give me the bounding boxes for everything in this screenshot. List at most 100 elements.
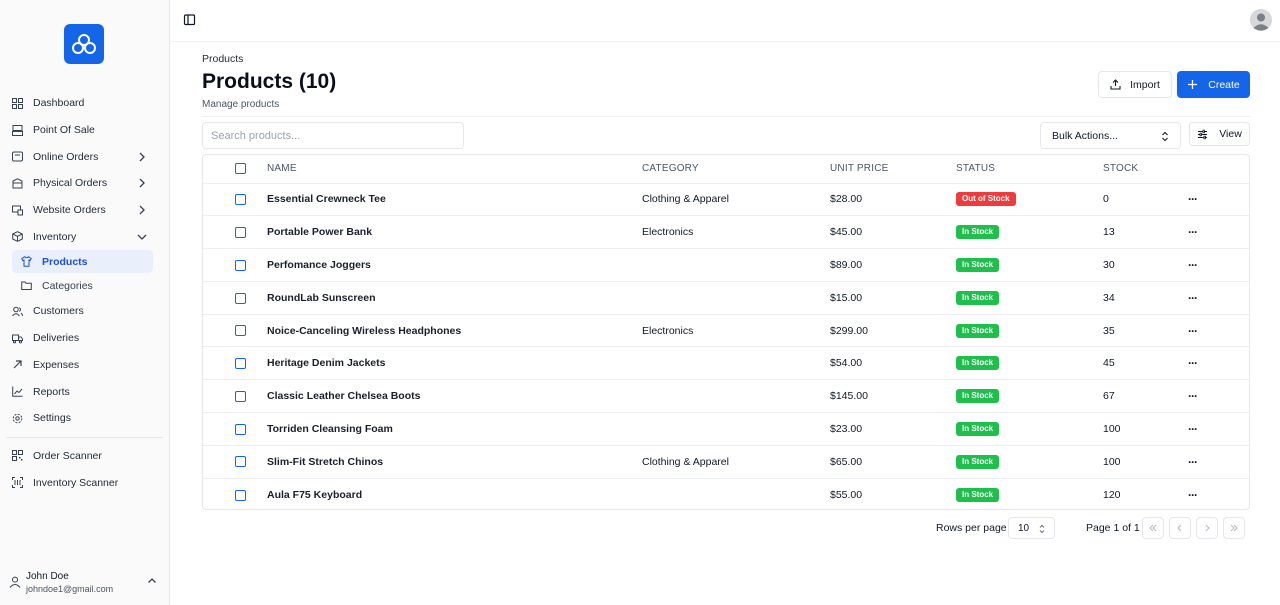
product-unit-price: $45.00 <box>830 226 863 239</box>
product-name[interactable]: Heritage Denim Jackets <box>267 347 642 380</box>
row-checkbox[interactable] <box>235 456 246 468</box>
row-checkbox[interactable] <box>235 423 246 435</box>
row-checkbox[interactable] <box>235 194 246 206</box>
sidebar-item-website-orders[interactable]: Website Orders <box>0 197 169 224</box>
sliders-icon <box>1198 129 1208 139</box>
status-badge: In Stock <box>956 389 1000 404</box>
product-unit-price: $28.00 <box>830 193 863 206</box>
sidebar-item-inventory-scanner[interactable]: Inventory Scanner <box>0 469 169 496</box>
sidebar-item-reports[interactable]: Reports <box>0 378 169 405</box>
row-checkbox[interactable] <box>235 259 246 271</box>
last-page-button[interactable] <box>1223 517 1245 539</box>
create-button[interactable]: Create <box>1177 71 1250 98</box>
page-indicator: Page 1 of 1 <box>1086 522 1140 534</box>
column-header-status[interactable]: STATUS <box>956 155 1103 183</box>
first-page-button[interactable] <box>1142 517 1164 539</box>
row-actions-menu-icon[interactable]: ··· <box>1188 192 1198 206</box>
table-row[interactable]: Essential Crewneck Tee Clothing & Apparel… <box>203 183 1249 216</box>
import-button[interactable]: Import <box>1098 71 1172 98</box>
product-name[interactable]: RoundLab Sunscreen <box>267 281 642 314</box>
sidebar-item-expenses[interactable]: Expenses <box>0 352 169 379</box>
sidebar-item-categories[interactable]: Categories <box>12 274 153 297</box>
product-name[interactable]: Classic Leather Chelsea Boots <box>267 380 642 413</box>
sidebar-item-label: Categories <box>42 279 93 292</box>
sidebar-item-deliveries[interactable]: Deliveries <box>0 325 169 352</box>
search-input[interactable] <box>202 122 464 149</box>
product-name[interactable]: Essential Crewneck Tee <box>267 183 642 216</box>
sidebar-item-inventory[interactable]: Inventory <box>0 223 169 250</box>
next-page-button[interactable] <box>1196 517 1218 539</box>
row-checkbox[interactable] <box>235 358 246 370</box>
table-row[interactable]: Noice-Canceling Wireless Headphones Elect… <box>203 314 1249 347</box>
gear-icon <box>11 412 23 424</box>
sidebar-item-settings[interactable]: Settings <box>0 405 169 432</box>
row-actions-menu-icon[interactable]: ··· <box>1188 225 1198 239</box>
sidebar-toggle-icon[interactable] <box>183 13 197 27</box>
row-checkbox[interactable] <box>235 325 246 337</box>
row-actions-menu-icon[interactable]: ··· <box>1188 291 1198 305</box>
sidebar-item-products[interactable]: Products <box>12 250 153 274</box>
sidebar-item-label: Expenses <box>33 358 80 371</box>
avatar[interactable] <box>1250 9 1272 31</box>
sidebar-item-customers[interactable]: Customers <box>0 298 169 325</box>
status-badge: In Stock <box>956 487 1000 502</box>
sidebar-item-order-scanner[interactable]: Order Scanner <box>0 443 169 470</box>
avatar-icon <box>1250 9 1272 31</box>
product-stock: 30 <box>1103 258 1115 271</box>
user-menu[interactable]: John Doe johndoe1@gmail.com <box>0 567 169 597</box>
bulk-actions-select[interactable]: Bulk Actions... <box>1040 122 1181 149</box>
breadcrumb[interactable]: Products <box>202 53 243 65</box>
truck-icon <box>11 332 23 344</box>
column-header-unit-price[interactable]: UNIT PRICE <box>830 155 956 183</box>
chevrons-up-down-icon <box>1162 131 1168 142</box>
product-name[interactable]: Aula F75 Keyboard <box>267 478 642 509</box>
row-actions-menu-icon[interactable]: ··· <box>1188 324 1198 338</box>
product-name[interactable]: Torriden Cleansing Foam <box>267 413 642 446</box>
view-button[interactable]: View <box>1189 122 1250 146</box>
table-row[interactable]: Torriden Cleansing Foam $23.00 In Stock 100… <box>203 412 1249 446</box>
row-actions-menu-icon[interactable]: ··· <box>1188 258 1198 272</box>
product-unit-price: $15.00 <box>830 291 863 304</box>
row-checkbox[interactable] <box>235 489 246 501</box>
product-category <box>642 249 830 282</box>
row-actions-menu-icon[interactable]: ··· <box>1188 389 1198 403</box>
chevrons-up-down-icon <box>1039 524 1045 534</box>
user-icon <box>9 576 21 588</box>
row-checkbox[interactable] <box>235 226 246 238</box>
row-actions-menu-icon[interactable]: ··· <box>1188 422 1198 436</box>
product-name[interactable]: Slim-Fit Stretch Chinos <box>267 445 642 478</box>
previous-page-button[interactable] <box>1169 517 1191 539</box>
product-name[interactable]: Portable Power Bank <box>267 216 642 249</box>
sidebar-item-physical-orders[interactable]: Physical Orders <box>0 170 169 197</box>
sidebar-item-dashboard[interactable]: Dashboard <box>0 90 169 117</box>
table-row[interactable]: RoundLab Sunscreen $15.00 In Stock 34 ··· <box>203 281 1249 314</box>
row-checkbox[interactable] <box>235 390 246 402</box>
header-divider <box>202 116 1250 117</box>
select-all-checkbox[interactable] <box>235 163 246 175</box>
row-actions-menu-icon[interactable]: ··· <box>1188 488 1198 502</box>
rows-per-page-select[interactable]: 10 <box>1008 517 1055 539</box>
row-checkbox[interactable] <box>235 292 246 304</box>
sidebar-item-online-orders[interactable]: Online Orders <box>0 143 169 170</box>
chevron-down-icon <box>137 234 147 240</box>
table-row[interactable]: Perfomance Joggers $89.00 In Stock 30 ··· <box>203 248 1249 282</box>
product-stock: 34 <box>1103 291 1115 304</box>
sidebar-item-point-of-sale[interactable]: Point Of Sale <box>0 117 169 144</box>
app-logo[interactable] <box>64 24 104 64</box>
row-actions-menu-icon[interactable]: ··· <box>1188 455 1198 469</box>
product-name[interactable]: Perfomance Joggers <box>267 249 642 282</box>
chart-icon <box>11 386 23 398</box>
sidebar-nav: Dashboard Point Of Sale Online Orders Ph… <box>0 90 169 496</box>
table-row[interactable]: Heritage Denim Jackets $54.00 In Stock 45 ··… <box>203 346 1249 380</box>
row-actions-menu-icon[interactable]: ··· <box>1188 356 1198 370</box>
product-name[interactable]: Noice-Canceling Wireless Headphones <box>267 314 642 347</box>
table-row[interactable]: Aula F75 Keyboard $55.00 In Stock 120 ··· <box>203 478 1249 509</box>
sidebar-item-label: Online Orders <box>33 150 99 163</box>
column-header-stock[interactable]: STOCK <box>1103 155 1188 183</box>
table-row[interactable]: Classic Leather Chelsea Boots $145.00 In S… <box>203 379 1249 413</box>
shirt-icon <box>20 256 32 268</box>
table-row[interactable]: Portable Power Bank Electronics $45.00 In S… <box>203 215 1249 249</box>
column-header-name[interactable]: NAME <box>267 155 642 183</box>
table-row[interactable]: Slim-Fit Stretch Chinos Clothing & Appare… <box>203 445 1249 478</box>
column-header-category[interactable]: CATEGORY <box>642 155 830 183</box>
